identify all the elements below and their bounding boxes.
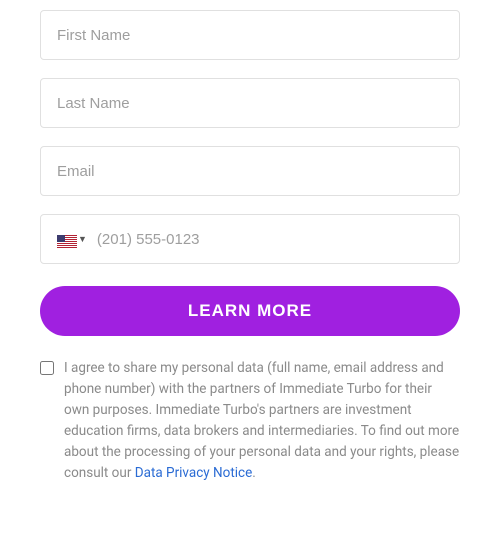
last-name-input[interactable] [57,79,443,127]
consent-text: I agree to share my personal data (full … [64,358,460,484]
first-name-input[interactable] [57,11,443,59]
last-name-field [40,78,460,128]
phone-field: ▼ [40,214,460,264]
consent-checkbox[interactable] [40,361,54,375]
first-name-field [40,10,460,60]
email-field [40,146,460,196]
phone-country-selector[interactable]: ▼ [57,233,87,246]
us-flag-icon [57,233,77,246]
phone-input[interactable] [97,215,443,263]
privacy-notice-link[interactable]: Data Privacy Notice [135,465,253,481]
email-input[interactable] [57,147,443,195]
consent-text-after: . [252,465,256,481]
consent-text-before: I agree to share my personal data (full … [64,360,459,481]
learn-more-button[interactable]: LEARN MORE [40,286,460,336]
signup-form: ▼ LEARN MORE I agree to share my persona… [40,10,460,484]
chevron-down-icon: ▼ [78,234,87,245]
consent-row: I agree to share my personal data (full … [40,358,460,484]
